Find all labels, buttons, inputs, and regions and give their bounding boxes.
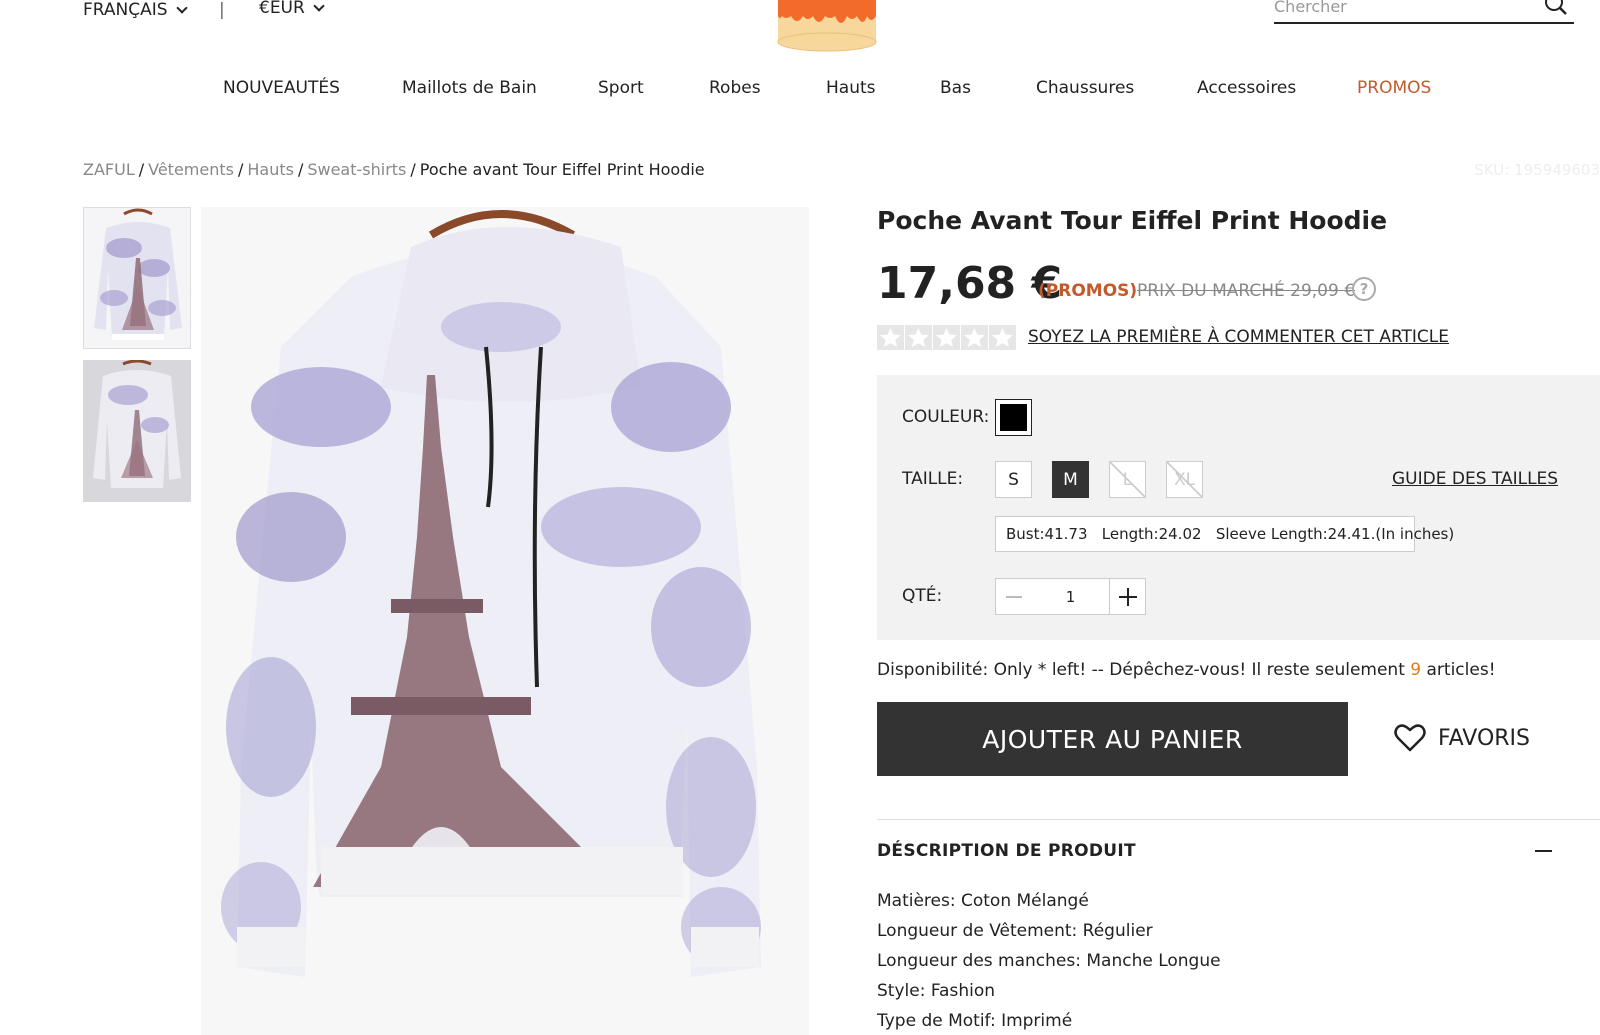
add-to-cart-button[interactable]: AJOUTER AU PANIER	[877, 702, 1348, 776]
description-item: Type de Motif: Imprimé	[877, 1011, 1073, 1031]
size-measurements: Bust:41.73 Length:24.02 Sleeve Length:24…	[995, 516, 1454, 552]
breadcrumb-link[interactable]: Hauts	[247, 160, 294, 179]
heart-icon	[1394, 724, 1426, 752]
hoodie-back-thumbnail-image	[83, 360, 191, 502]
product-thumbnail-front[interactable]	[83, 207, 191, 349]
header-separator: |	[219, 0, 225, 20]
market-price: PRIX DU MARCHÉ 29,09 €	[1137, 281, 1356, 301]
size-option-m[interactable]: M	[1052, 461, 1089, 498]
product-sku: SKU: 195949603	[1474, 161, 1600, 179]
description-item: Matières: Coton Mélangé	[877, 891, 1089, 911]
color-label: COULEUR:	[902, 407, 990, 427]
star-icon	[933, 325, 960, 350]
breadcrumb-separator: /	[297, 160, 304, 179]
cake-logo-icon	[777, 0, 877, 52]
nav-item-robes[interactable]: Robes	[709, 78, 761, 98]
search-icon[interactable]	[1544, 0, 1568, 16]
availability-suffix: articles!	[1421, 660, 1496, 680]
help-icon[interactable]: ?	[1352, 277, 1376, 301]
divider	[877, 819, 1600, 820]
hoodie-thumbnail-image	[84, 208, 190, 348]
language-selector[interactable]: FRANÇAIS	[83, 0, 188, 20]
star-icon	[877, 325, 904, 350]
color-swatch-black[interactable]	[995, 399, 1032, 436]
rating-stars	[877, 325, 1016, 350]
nav-item-bas[interactable]: Bas	[940, 78, 971, 98]
description-item: Longueur des manches: Manche Longue	[877, 951, 1221, 971]
star-icon	[989, 325, 1016, 350]
breadcrumb-separator: /	[237, 160, 244, 179]
description-list: Matières: Coton Mélangé Longueur de Vête…	[877, 886, 1221, 1035]
star-icon	[961, 325, 988, 350]
size-option-s[interactable]: S	[995, 461, 1032, 498]
chevron-down-icon	[313, 0, 325, 12]
nav-item-sport[interactable]: Sport	[598, 78, 644, 98]
language-label: FRANÇAIS	[83, 0, 168, 20]
search-input[interactable]	[1274, 0, 1534, 20]
qty-decrease-button[interactable]	[995, 578, 1032, 615]
breadcrumb-current: Poche avant Tour Eiffel Print Hoodie	[419, 160, 705, 179]
size-option-l[interactable]: L	[1109, 461, 1146, 498]
product-thumbnail-back[interactable]	[83, 360, 191, 502]
currency-selector[interactable]: €EUR	[259, 0, 325, 18]
size-guide-link[interactable]: GUIDE DES TAILLES	[1392, 469, 1558, 489]
nav-item-accessoires[interactable]: Accessoires	[1197, 78, 1296, 98]
breadcrumb-link[interactable]: Sweat-shirts	[307, 160, 406, 179]
nav-item-hauts[interactable]: Hauts	[826, 78, 876, 98]
star-icon	[905, 325, 932, 350]
nav-item-chaussures[interactable]: Chaussures	[1036, 78, 1134, 98]
size-label: TAILLE:	[902, 469, 964, 489]
availability-prefix: Disponibilité: Only * left! -- Dépêchez-…	[877, 660, 1411, 680]
promo-tag: (PROMOS)	[1038, 281, 1138, 301]
breadcrumb-link[interactable]: ZAFUL	[83, 160, 135, 179]
favorites-label: FAVORIS	[1438, 725, 1530, 751]
hoodie-main-image	[201, 207, 809, 1035]
breadcrumb-separator: /	[410, 160, 416, 179]
favorites-button[interactable]: FAVORIS	[1394, 723, 1530, 753]
chevron-down-icon	[175, 1, 188, 14]
nav-item-nouveautes[interactable]: NOUVEAUTÉS	[223, 78, 340, 98]
qty-increase-button[interactable]	[1109, 578, 1146, 615]
qty-label: QTÉ:	[902, 586, 943, 606]
availability-text: Disponibilité: Only * left! -- Dépêchez-…	[877, 660, 1496, 680]
description-item: Longueur de Vêtement: Régulier	[877, 921, 1153, 941]
write-review-link[interactable]: SOYEZ LA PREMIÈRE À COMMENTER CET ARTICL…	[1028, 327, 1449, 347]
nav-item-promos[interactable]: PROMOS	[1357, 78, 1431, 98]
qty-input[interactable]	[1031, 578, 1110, 615]
nav-item-maillots[interactable]: Maillots de Bain	[402, 78, 537, 98]
description-heading[interactable]: DÉSCRIPTION DE PRODUIT	[877, 841, 1136, 861]
search-bar	[1274, 0, 1574, 24]
currency-label: €EUR	[259, 0, 305, 18]
breadcrumb-link[interactable]: Vêtements	[148, 160, 234, 179]
product-main-image[interactable]	[201, 207, 809, 1035]
stock-count: 9	[1410, 660, 1422, 680]
description-item: Style: Fashion	[877, 981, 995, 1001]
site-logo[interactable]	[777, 0, 878, 54]
product-title: Poche Avant Tour Eiffel Print Hoodie	[877, 206, 1388, 235]
size-option-xl[interactable]: XL	[1166, 461, 1203, 498]
product-price: 17,68 €	[877, 258, 1063, 309]
collapse-minus-icon[interactable]	[1535, 850, 1552, 852]
breadcrumb: ZAFUL / Vêtements / Hauts / Sweat-shirts / Poche…	[83, 160, 705, 179]
breadcrumb-separator: /	[138, 160, 145, 179]
